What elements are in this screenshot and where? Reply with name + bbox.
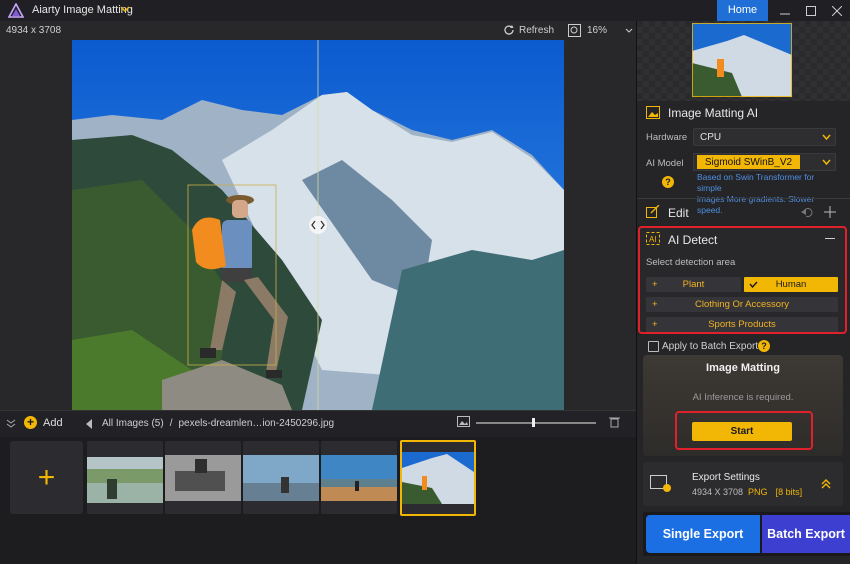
matting-message: AI Inference is required. [692,392,794,403]
model-description: Based on Swin Transformer for simple ima… [697,172,837,216]
model-description-line-1: Based on Swin Transformer for simple [697,172,815,193]
add-button[interactable]: + Add [24,416,63,429]
breadcrumb-file: pexels-dreamlen…ion-2450296.jpg [178,418,335,429]
undo-icon[interactable] [801,207,814,217]
refresh-label: Refresh [519,24,555,36]
zoom-icon [568,24,581,37]
export-settings-title: Export Settings [692,472,760,483]
hardware-select[interactable]: CPU [693,128,836,146]
breadcrumb-root[interactable]: All Images (5) [102,418,164,429]
chevron-down-icon[interactable] [120,4,130,14]
plus-icon: + [24,416,37,429]
question-icon[interactable]: ? [758,340,770,352]
check-icon [749,281,758,288]
matting-title: Image Matting [706,362,780,374]
chevron-down-icon [822,159,831,166]
apply-batch-checkbox[interactable] [648,341,659,352]
export-settings-detail: 4934 X 3708 PNG [8 bits] [692,487,802,497]
edit-icon [646,205,660,218]
ai-detect-icon: AI [646,232,660,245]
home-button[interactable]: Home [717,0,768,21]
ai-model-label: AI Model [646,158,684,169]
plus-icon: + [37,460,56,494]
image-matting-ai-icon [646,106,660,119]
thumbnail-5-selected[interactable] [400,440,476,516]
thumbnail-4[interactable] [321,441,397,514]
plus-icon: + [652,299,658,310]
zoom-value: 16% [587,25,608,36]
logo-icon [8,3,24,18]
category-plant-label: Plant [682,279,705,290]
trash-icon[interactable] [609,416,620,428]
plus-icon[interactable] [824,206,836,218]
chevron-down-icon [625,28,633,33]
export-format: PNG [748,487,768,497]
category-clothing[interactable]: + Clothing Or Accessory [646,297,838,312]
apply-batch-label[interactable]: Apply to Batch Export [662,341,758,352]
chevron-up-icon[interactable] [821,479,831,489]
svg-text:AI: AI [649,235,657,244]
close-icon[interactable] [824,0,850,21]
batch-export-button[interactable]: Batch Export [762,515,850,553]
start-button[interactable]: Start [692,422,792,441]
breadcrumb: All Images (5) / pexels-dreamlen…ion-245… [86,418,334,429]
export-size: 4934 X 3708 [692,487,744,497]
plus-icon: + [652,319,658,330]
edit-label[interactable]: Edit [668,206,689,220]
main-image[interactable] [72,40,564,410]
slider-handle[interactable] [532,418,535,427]
export-settings-icon [650,475,671,492]
question-icon[interactable]: ? [662,176,674,188]
add-label: Add [43,416,63,429]
back-arrow-icon[interactable] [86,418,96,429]
app-title: Aiarty Image Matting [32,4,133,16]
category-human-label: Human [775,279,807,290]
plus-icon: + [652,279,658,290]
refresh-button[interactable]: Refresh [503,24,554,36]
thumbnail-2[interactable] [165,441,241,514]
category-plant[interactable]: + Plant [646,277,741,292]
add-image-tile[interactable]: + [10,441,83,514]
export-settings-box[interactable] [643,462,843,506]
export-bits: [8 bits] [775,487,803,497]
category-sports-label: Sports Products [708,319,776,330]
hardware-value: CPU [700,132,722,143]
thumbnail-1[interactable] [87,441,163,514]
minimize-icon[interactable] [772,0,798,21]
image-icon [457,416,470,427]
maximize-icon[interactable] [798,0,824,21]
chevron-down-icon [822,134,831,141]
navigator-preview[interactable] [692,23,792,97]
thumbnail-size-slider[interactable] [476,422,596,424]
thumbnail-3[interactable] [243,441,319,514]
collapse-icon[interactable] [825,238,835,239]
image-dimensions: 4934 x 3708 [6,25,62,36]
category-human[interactable]: Human [744,277,838,292]
collapse-icon[interactable] [6,418,16,428]
single-export-button[interactable]: Single Export [646,515,760,553]
zoom-control[interactable]: 16% [568,24,633,37]
breadcrumb-separator: / [169,418,173,429]
divider [637,198,850,199]
section-title-matting-ai: Image Matting AI [668,106,759,120]
refresh-icon [504,25,514,35]
detect-hint: Select detection area [646,257,736,268]
ai-detect-label: AI Detect [668,233,718,247]
ai-model-value: Sigmoid SWinB_V2 [697,155,800,169]
hardware-label: Hardware [646,132,688,143]
category-clothing-label: Clothing Or Accessory [695,299,789,310]
category-sports[interactable]: + Sports Products [646,317,838,332]
